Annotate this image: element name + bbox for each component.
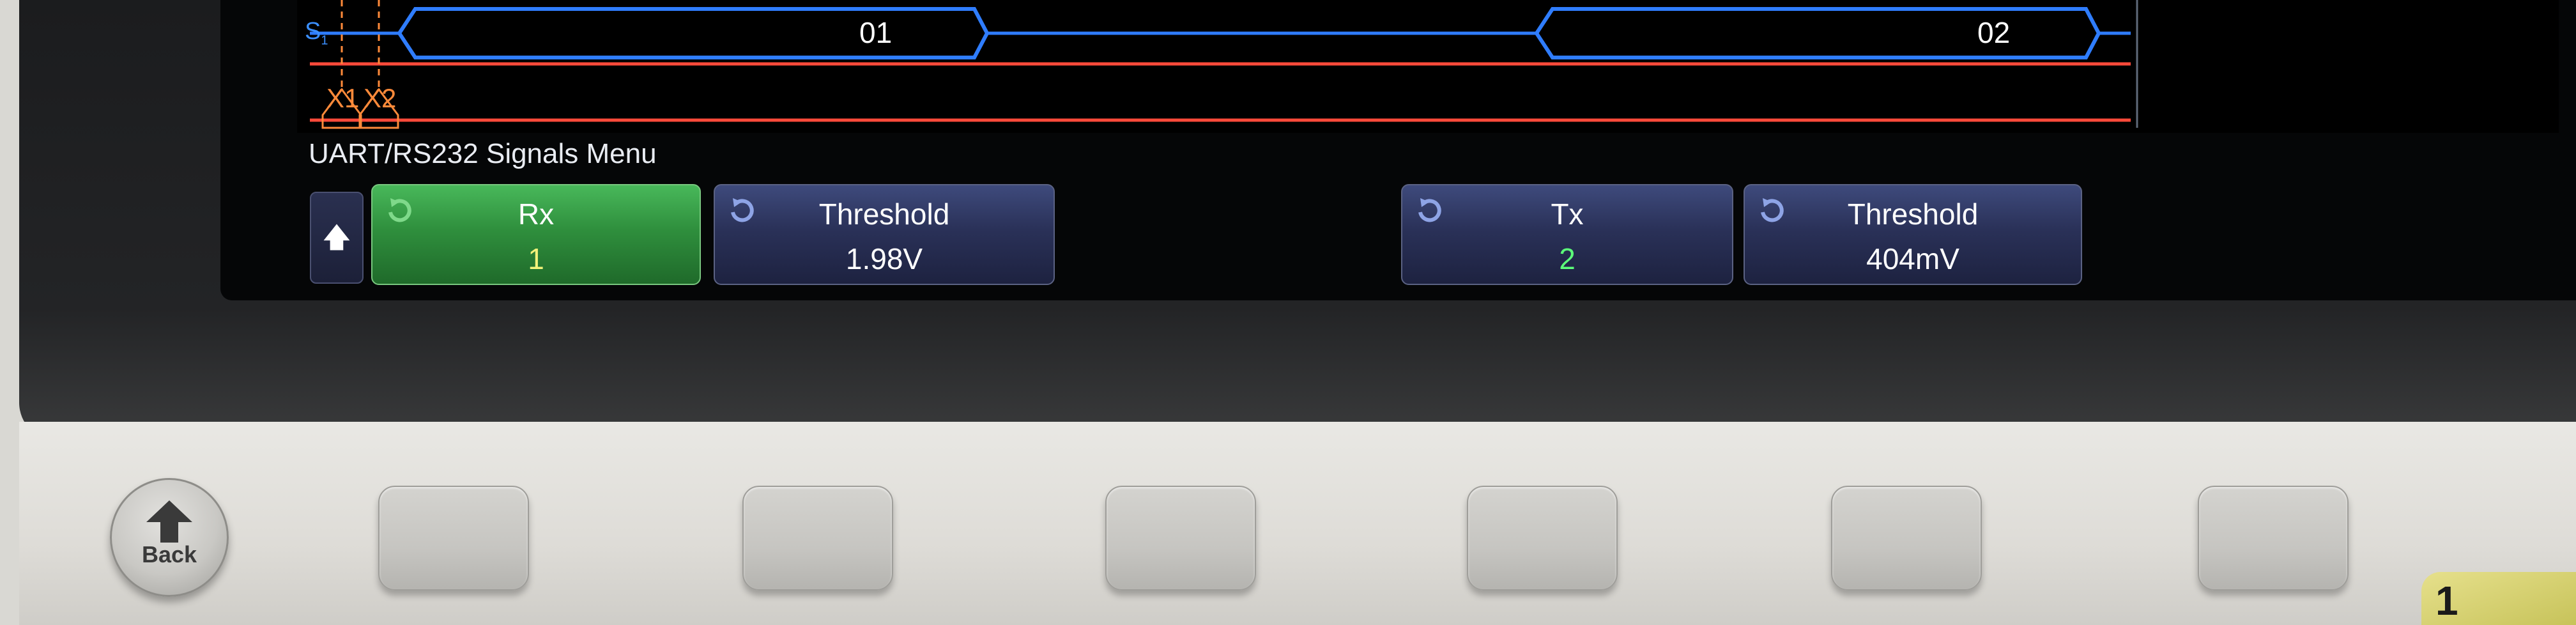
softkey-tx-label: Tx bbox=[1551, 197, 1584, 231]
packet-02-outline bbox=[1535, 7, 2101, 59]
softkey-hw-button-2[interactable] bbox=[742, 486, 893, 590]
softkey-rx-value: 1 bbox=[528, 242, 544, 275]
menu-up-button[interactable]: 🡅 bbox=[310, 192, 364, 284]
oscilloscope-display: S1 01 02 X1 X2 UART/RS232 Signals Menu 🡅… bbox=[220, 0, 2576, 300]
softkey-tx-threshold[interactable]: Threshold 404mV bbox=[1744, 184, 2082, 285]
softkey-rx-threshold-label: Threshold bbox=[818, 197, 950, 231]
waveform-area: S1 01 02 X1 X2 bbox=[297, 0, 2559, 133]
channel-1-marker: 1 bbox=[2421, 572, 2576, 625]
softkey-hw-button-6[interactable] bbox=[2198, 486, 2349, 590]
softkey-rx[interactable]: Rx 1 bbox=[371, 184, 701, 285]
softkey-tx-threshold-value: 404mV bbox=[1866, 242, 1959, 275]
softkey-tx-threshold-label: Threshold bbox=[1847, 197, 1979, 231]
softkey-hw-button-1[interactable] bbox=[378, 486, 529, 590]
signal-label: S1 bbox=[305, 18, 328, 49]
softkey-hw-button-5[interactable] bbox=[1831, 486, 1982, 590]
back-button[interactable]: Back bbox=[110, 478, 229, 597]
softkey-hw-button-4[interactable] bbox=[1467, 486, 1618, 590]
packet-01-outline bbox=[397, 7, 990, 59]
decode-02: 02 bbox=[1977, 16, 2011, 49]
signal-label-text: S bbox=[305, 18, 321, 45]
signal-label-subscript: 1 bbox=[321, 33, 328, 48]
softkey-tx-value: 2 bbox=[1559, 242, 1575, 275]
softkey-tx[interactable]: Tx 2 bbox=[1401, 184, 1733, 285]
softkey-hw-button-3[interactable] bbox=[1105, 486, 1256, 590]
decode-01: 01 bbox=[859, 16, 893, 49]
back-arrow-icon bbox=[146, 500, 192, 543]
softkey-rx-label: Rx bbox=[518, 197, 555, 231]
back-label: Back bbox=[141, 541, 197, 567]
waveform-graphic bbox=[310, 0, 2138, 129]
channel-1-label: 1 bbox=[2435, 578, 2458, 624]
softkey-rx-threshold-value: 1.98V bbox=[845, 242, 923, 275]
up-arrow-icon: 🡅 bbox=[322, 222, 351, 253]
softkey-rx-threshold[interactable]: Threshold 1.98V bbox=[714, 184, 1055, 285]
cursor-x1-label[interactable]: X1 bbox=[326, 83, 359, 114]
cursor-x2-label[interactable]: X2 bbox=[364, 83, 396, 114]
menu-title: UART/RS232 Signals Menu bbox=[309, 138, 657, 169]
